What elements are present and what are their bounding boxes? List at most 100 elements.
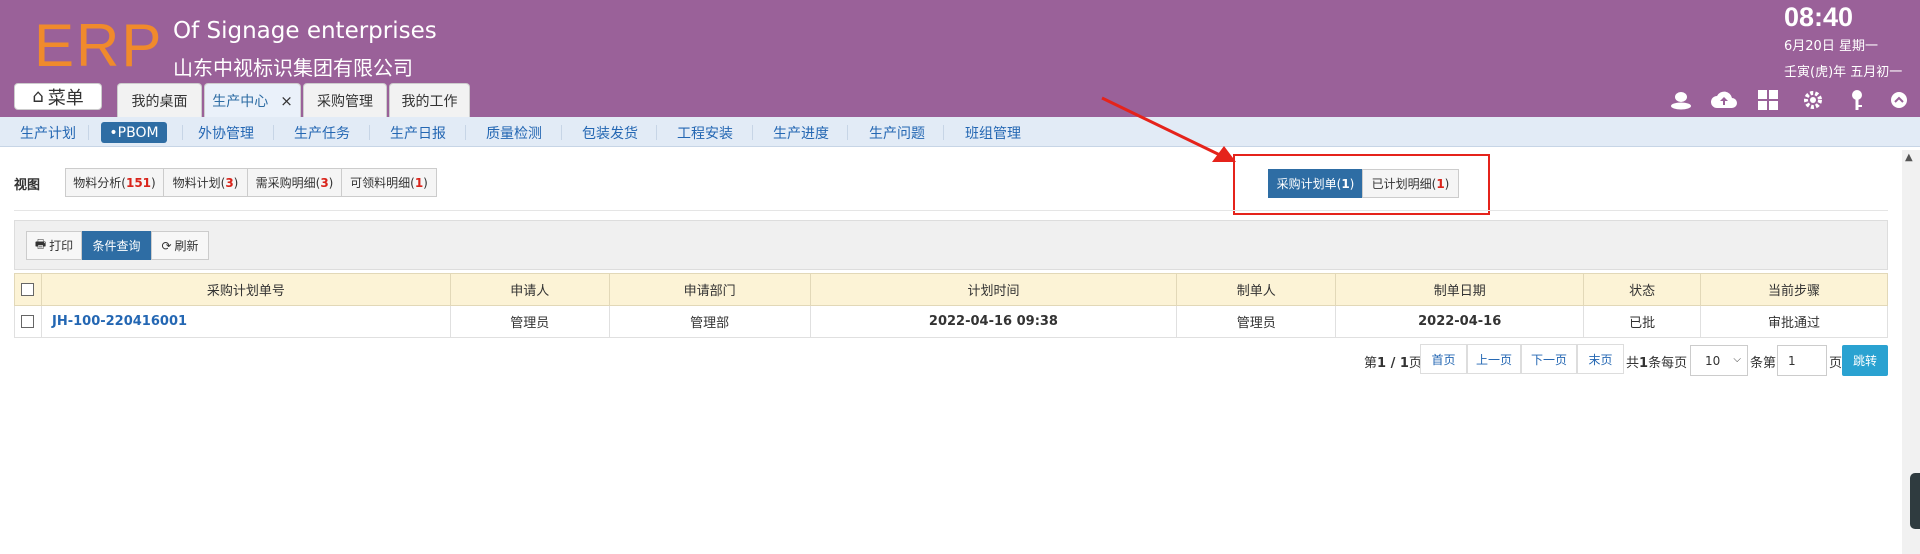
count-badge: 3: [320, 175, 329, 190]
tab-label: 生产中心: [212, 93, 269, 110]
cloud-upload-icon[interactable]: [1711, 88, 1737, 112]
view-material-analysis-button[interactable]: 物料分析(151): [65, 168, 164, 197]
button-label: 刷新: [174, 239, 199, 253]
col-create-date[interactable]: 制单日期: [1335, 273, 1585, 306]
subnav-divider: [182, 125, 183, 140]
button-label: 需采购明细(: [255, 176, 321, 190]
next-page-button[interactable]: 下一页: [1521, 344, 1577, 374]
pager-text: 条每页: [1648, 356, 1688, 371]
button-label-end: ): [328, 175, 334, 190]
sub-navigation: 生产计划 •PBOM 外协管理 生产任务 生产日报 质量检测 包装发货 工程安装…: [0, 117, 1920, 147]
apps-grid-icon[interactable]: [1755, 88, 1781, 112]
total-indicator: 共1条每页: [1626, 352, 1687, 371]
clock-date: 6月20日 星期一: [1784, 39, 1878, 54]
tab-my-work[interactable]: 我的工作: [389, 83, 470, 117]
condition-query-button[interactable]: 条件查询: [82, 231, 151, 260]
select-all-checkbox[interactable]: [21, 283, 35, 296]
cell-status: 已批: [1583, 305, 1702, 338]
subnav-installation[interactable]: 工程安装: [672, 122, 738, 143]
annotation-arrow: [1101, 96, 1236, 162]
refresh-button[interactable]: ⟳ 刷新: [151, 231, 209, 260]
pager-value: 1 / 1: [1377, 356, 1409, 371]
subnav-team-management[interactable]: 班组管理: [960, 122, 1026, 143]
key-icon[interactable]: [1844, 88, 1870, 112]
prev-page-button[interactable]: 上一页: [1467, 344, 1521, 374]
subnav-progress[interactable]: 生产进度: [768, 122, 834, 143]
tab-production-center[interactable]: 生产中心 ×: [204, 83, 301, 117]
table-header-row: 采购计划单号 申请人 申请部门 计划时间 制单人 制单日期 状态 当前步骤: [14, 273, 1888, 306]
count-badge: 3: [225, 175, 234, 190]
subnav-divider: [656, 125, 657, 140]
count-badge: 151: [125, 175, 152, 190]
scroll-up-icon[interactable]: ▲: [1905, 152, 1913, 163]
highlight-box: [1233, 154, 1490, 215]
button-label-end: ): [151, 175, 156, 190]
subnav-quality-check[interactable]: 质量检测: [481, 122, 547, 143]
cell-department: 管理部: [608, 305, 811, 338]
erp-logo: ERP: [34, 12, 164, 79]
app-root: ERP Of Signage enterprises 山东中视标识集团有限公司 …: [0, 0, 1920, 554]
col-status[interactable]: 状态: [1583, 273, 1702, 306]
col-applicant[interactable]: 申请人: [449, 273, 610, 306]
collapse-up-icon[interactable]: [1886, 88, 1912, 112]
menu-label: 菜单: [47, 87, 84, 109]
tab-purchase-management[interactable]: 采购管理: [303, 83, 387, 117]
chevron-down-icon: ⌵: [1733, 354, 1741, 365]
col-current-step[interactable]: 当前步骤: [1700, 273, 1888, 306]
jump-button[interactable]: 跳转: [1842, 345, 1888, 376]
user-icon[interactable]: [1668, 88, 1694, 112]
per-page-value: 10: [1705, 353, 1721, 368]
pager-text: 共: [1626, 356, 1640, 371]
printer-icon: 🖶: [34, 237, 47, 251]
view-receivable-detail-button[interactable]: 可领料明细(1): [341, 168, 437, 197]
per-page-select[interactable]: 10 ⌵: [1690, 345, 1748, 376]
subnav-divider: [847, 125, 848, 140]
cell-current-step: 审批通过: [1700, 305, 1888, 338]
pager-value: 1: [1639, 356, 1649, 371]
view-purchase-detail-button[interactable]: 需采购明细(3): [247, 168, 342, 197]
gear-icon[interactable]: [1800, 88, 1826, 112]
scroll-thumb[interactable]: [1910, 473, 1920, 529]
goto-suffix: 页: [1829, 356, 1843, 371]
print-button[interactable]: 🖶 打印: [26, 231, 82, 260]
col-plan-time[interactable]: 计划时间: [809, 273, 1178, 306]
tab-my-desktop[interactable]: 我的桌面: [117, 83, 202, 117]
subnav-divider: [273, 125, 274, 140]
page-number-input[interactable]: 1: [1777, 345, 1827, 376]
company-name-cn: 山东中视标识集团有限公司: [173, 56, 413, 80]
col-plan-number[interactable]: 采购计划单号: [40, 273, 451, 306]
cell-creator: 管理员: [1176, 305, 1337, 338]
page-indicator: 第1 / 1页: [1364, 352, 1422, 371]
button-label: 打印: [49, 239, 74, 253]
table-row[interactable]: JH-100-220416001 管理员 管理部 2022-04-16 09:3…: [14, 305, 1888, 338]
top-header: ERP Of Signage enterprises 山东中视标识集团有限公司 …: [0, 0, 1920, 117]
pager-text: 第: [1364, 356, 1378, 371]
tab-label: 我的桌面: [131, 93, 188, 110]
close-icon[interactable]: ×: [280, 92, 293, 110]
first-page-button[interactable]: 首页: [1420, 344, 1467, 374]
subnav-divider: [88, 125, 89, 140]
count-badge: 1: [414, 175, 424, 190]
subnav-pbom[interactable]: •PBOM: [101, 122, 167, 143]
subnav-packaging-shipping[interactable]: 包装发货: [577, 122, 643, 143]
subnav-divider: [943, 125, 944, 140]
company-name-en: Of Signage enterprises: [173, 18, 437, 44]
subnav-outsourcing[interactable]: 外协管理: [193, 122, 259, 143]
select-all-cell: [14, 273, 42, 306]
subnav-production-task[interactable]: 生产任务: [289, 122, 355, 143]
row-checkbox[interactable]: [21, 315, 35, 328]
purchase-plan-table: 采购计划单号 申请人 申请部门 计划时间 制单人 制单日期 状态 当前步骤 JH…: [14, 273, 1888, 338]
menu-button[interactable]: ⌂ 菜单: [14, 83, 102, 110]
col-creator[interactable]: 制单人: [1176, 273, 1337, 306]
subnav-production-plan[interactable]: 生产计划: [14, 122, 82, 143]
clock-time: 08:40: [1784, 2, 1854, 32]
row-select-cell: [14, 305, 42, 338]
plan-number-link[interactable]: JH-100-220416001: [40, 305, 451, 338]
button-label-end: ): [423, 175, 428, 190]
subnav-issues[interactable]: 生产问题: [864, 122, 930, 143]
subnav-divider: [752, 125, 753, 140]
view-material-plan-button[interactable]: 物料计划(3): [163, 168, 248, 197]
subnav-daily-report[interactable]: 生产日报: [385, 122, 451, 143]
col-department[interactable]: 申请部门: [608, 273, 811, 306]
last-page-button[interactable]: 末页: [1577, 344, 1624, 374]
